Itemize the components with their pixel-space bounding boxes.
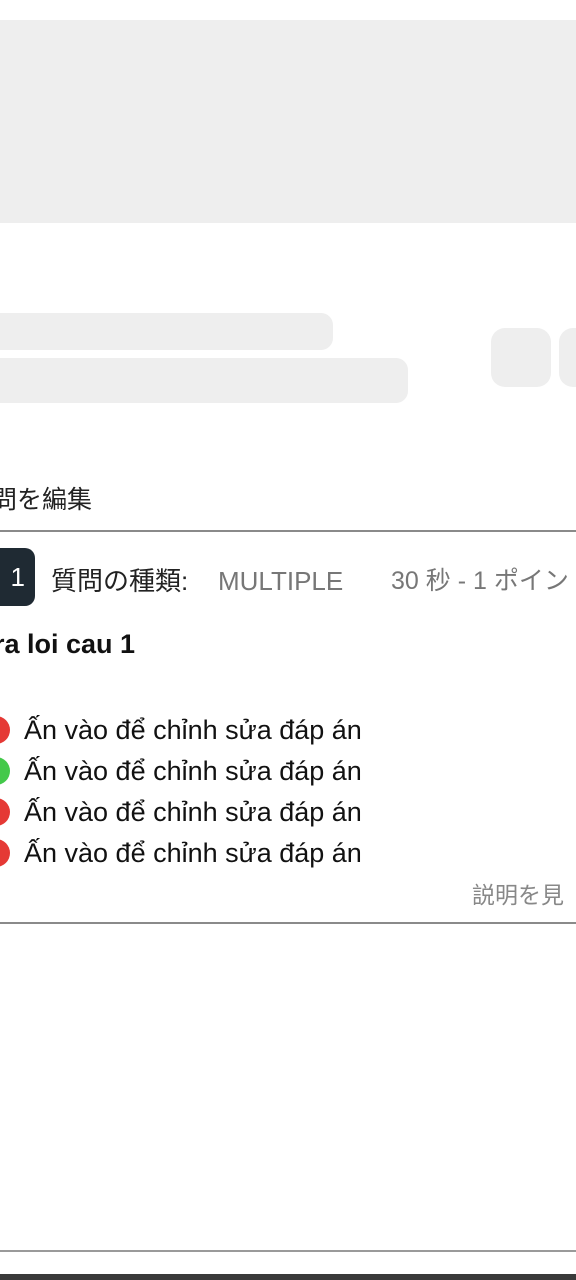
edit-questions-link[interactable]: 問を編集 (0, 484, 92, 516)
answer-option[interactable]: Ấn vào để chỉnh sửa đáp án (0, 792, 576, 833)
action-button-placeholder (491, 328, 551, 387)
answer-text[interactable]: Ấn vào để chỉnh sửa đáp án (24, 835, 362, 871)
title-placeholder (0, 313, 333, 350)
question-number-badge: 1 (0, 548, 35, 606)
quiz-editor-page: 問を編集 1 質問の種類: MULTIPLE 30 秒 - 1 ポイン ra l… (0, 0, 576, 1280)
divider (0, 1250, 576, 1252)
incorrect-answer-dot-icon (0, 839, 10, 867)
answer-list: Ấn vào để chỉnh sửa đáp án Ấn vào để chỉ… (0, 710, 576, 874)
view-explanation-link[interactable]: 説明を見 (472, 879, 564, 911)
answer-option[interactable]: Ấn vào để chỉnh sửa đáp án (0, 710, 576, 751)
banner-placeholder (0, 20, 576, 223)
question-text[interactable]: ra loi cau 1 (0, 627, 135, 661)
answer-option[interactable]: Ấn vào để chỉnh sửa đáp án (0, 751, 576, 792)
action-button-placeholder (559, 328, 576, 387)
answer-option[interactable]: Ấn vào để chỉnh sửa đáp án (0, 833, 576, 874)
incorrect-answer-dot-icon (0, 798, 10, 826)
divider (0, 922, 576, 924)
question-type-label: 質問の種類: (51, 566, 189, 596)
bottom-bar (0, 1274, 576, 1280)
question-type-value: MULTIPLE (218, 566, 344, 596)
answer-text[interactable]: Ấn vào để chỉnh sửa đáp án (24, 753, 362, 789)
divider (0, 530, 576, 532)
question-time-points: 30 秒 - 1 ポイン (391, 567, 569, 595)
subtitle-placeholder (0, 358, 408, 403)
correct-answer-dot-icon (0, 757, 10, 785)
incorrect-answer-dot-icon (0, 716, 10, 744)
answer-text[interactable]: Ấn vào để chỉnh sửa đáp án (24, 712, 362, 748)
answer-text[interactable]: Ấn vào để chỉnh sửa đáp án (24, 794, 362, 830)
